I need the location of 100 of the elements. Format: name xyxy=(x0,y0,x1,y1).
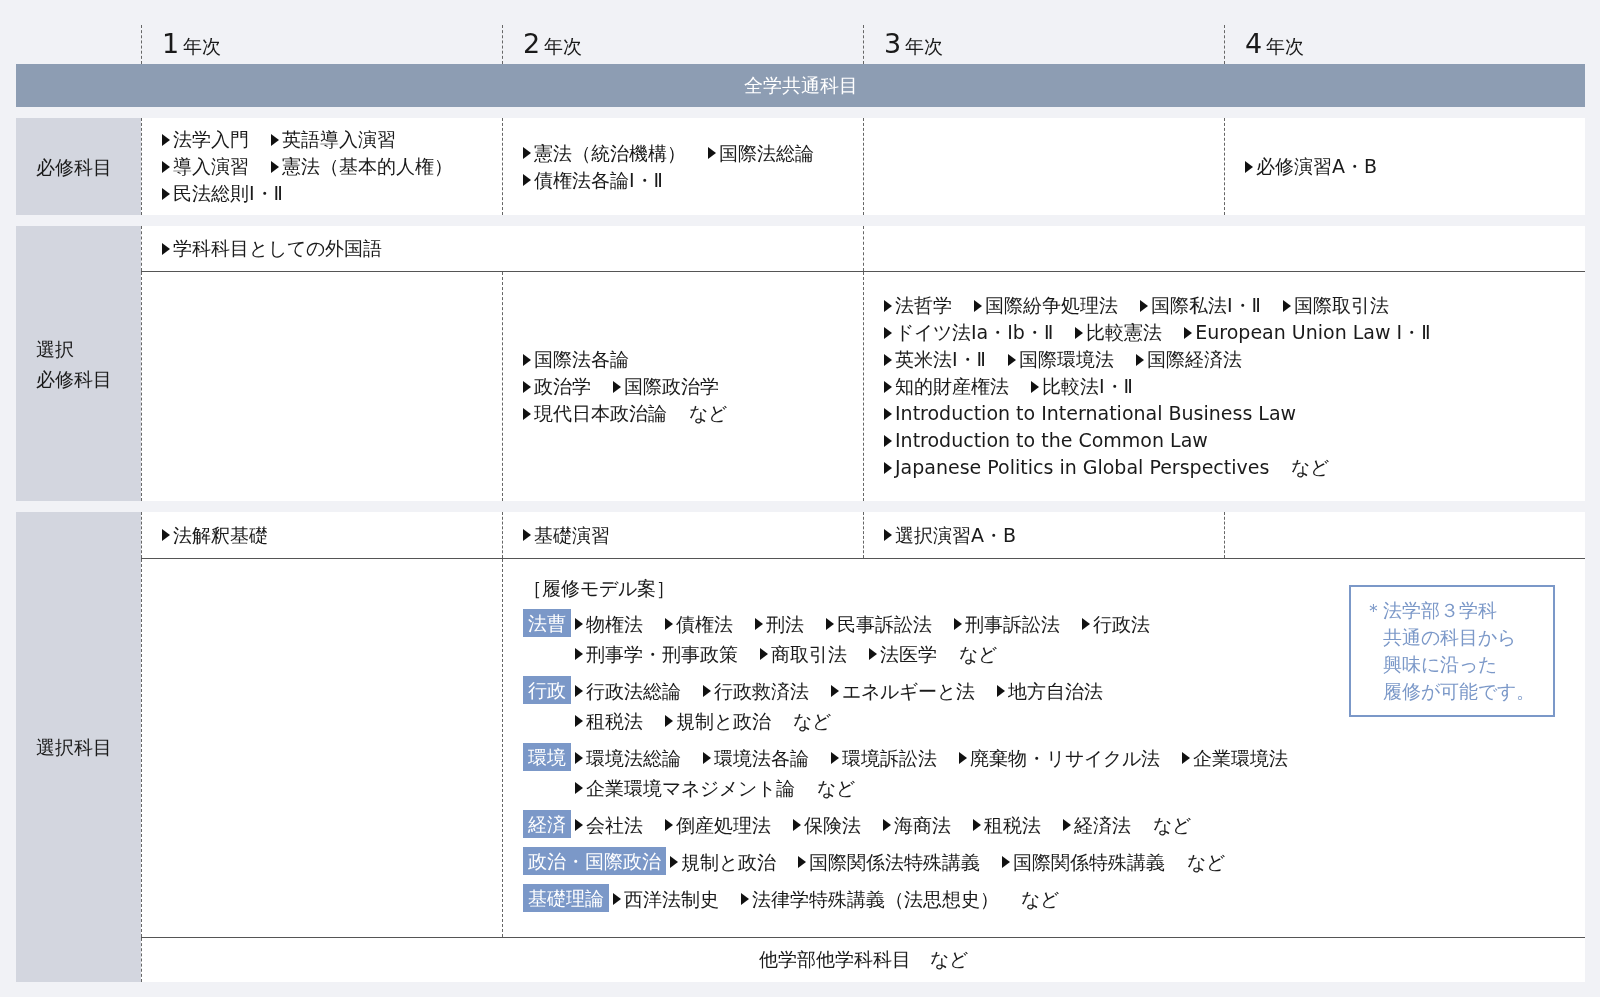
course-name: 租税法 xyxy=(984,813,1041,838)
course-name: 国際法総論 xyxy=(719,140,814,166)
course-name: 商取引法 xyxy=(771,642,847,667)
triangle-bullet-icon xyxy=(884,434,892,447)
course-name: 物権法 xyxy=(586,612,643,637)
course-name: 選択演習A・B xyxy=(895,522,1017,548)
course-name: 法学入門 xyxy=(173,127,249,152)
triangle-bullet-icon xyxy=(575,752,583,764)
triangle-bullet-icon xyxy=(162,529,170,541)
triangle-bullet-icon xyxy=(1245,160,1253,173)
course-name: 基礎演習 xyxy=(534,522,610,548)
etc-text: など xyxy=(959,642,997,667)
course-name: 国際関係特殊講義 xyxy=(1013,850,1165,875)
triangle-bullet-icon xyxy=(613,893,621,905)
course-name: 法医学 xyxy=(880,642,937,667)
course-name: 行政救済法 xyxy=(714,679,809,704)
triangle-bullet-icon xyxy=(884,529,892,541)
course-name: 企業環境マネジメント論 xyxy=(586,776,795,801)
course-name: 会社法 xyxy=(586,813,643,838)
triangle-bullet-icon xyxy=(1075,326,1084,339)
etc-text: など xyxy=(1021,887,1059,912)
course-name: 規制と政治 xyxy=(676,709,771,734)
triangle-bullet-icon xyxy=(954,618,962,630)
course-name: 国際紛争処理法 xyxy=(985,293,1118,318)
field-tag: 行政 xyxy=(523,676,571,704)
field-tag: 環境 xyxy=(523,743,571,771)
etc-text: など xyxy=(793,709,831,734)
triangle-bullet-icon xyxy=(670,856,678,868)
course-name: 債権法 xyxy=(676,612,733,637)
triangle-bullet-icon xyxy=(523,380,531,393)
triangle-bullet-icon xyxy=(760,648,768,660)
triangle-bullet-icon xyxy=(665,715,673,727)
triangle-bullet-icon xyxy=(703,685,711,697)
course-name: 倒産処理法 xyxy=(676,813,771,838)
triangle-bullet-icon xyxy=(575,618,583,630)
triangle-bullet-icon xyxy=(1140,299,1148,312)
etc-text: など xyxy=(1153,813,1191,838)
note-line: 履修が可能です。 xyxy=(1383,679,1535,704)
course-name: European Union Law Ⅰ・Ⅱ xyxy=(1195,320,1431,345)
course-name: 民法総則Ⅰ・Ⅱ xyxy=(173,181,283,206)
triangle-bullet-icon xyxy=(708,147,716,159)
category-label: 選択科目 xyxy=(36,735,112,760)
course-name: 法律学特殊講義（法思想史） xyxy=(752,887,999,912)
course-name: 法解釈基礎 xyxy=(173,522,268,548)
field-tag: 法曹 xyxy=(523,609,571,637)
course-name: 英語導入演習 xyxy=(282,127,396,152)
etc-text: など xyxy=(1291,455,1330,480)
course-name: 国際関係法特殊講義 xyxy=(809,850,980,875)
course-name: 刑事学・刑事政策 xyxy=(586,642,738,667)
triangle-bullet-icon xyxy=(997,685,1005,697)
course-name: エネルギーと法 xyxy=(842,679,975,704)
course-name: 保険法 xyxy=(804,813,861,838)
triangle-bullet-icon xyxy=(884,380,892,393)
course-name: 英米法Ⅰ・Ⅱ xyxy=(895,347,986,372)
etc-text: など xyxy=(1187,850,1225,875)
triangle-bullet-icon xyxy=(575,685,583,697)
course-name: 国際私法Ⅰ・Ⅱ xyxy=(1151,293,1261,318)
course-name: 政治学 xyxy=(534,374,591,399)
course-name: 比較法Ⅰ・Ⅱ xyxy=(1042,374,1133,399)
triangle-bullet-icon xyxy=(1007,353,1016,366)
triangle-bullet-icon xyxy=(826,618,834,630)
course-name: 廃棄物・リサイクル法 xyxy=(970,746,1160,771)
course-name: 国際取引法 xyxy=(1293,293,1389,318)
course-name: 必修演習A・B xyxy=(1256,154,1378,179)
triangle-bullet-icon xyxy=(755,618,763,630)
triangle-bullet-icon xyxy=(884,353,892,366)
course-name: 知的財産権法 xyxy=(895,374,1009,399)
etc-text: など xyxy=(689,401,727,426)
triangle-bullet-icon xyxy=(884,299,892,312)
course-name: 行政法総論 xyxy=(586,679,681,704)
field-tag: 基礎理論 xyxy=(523,884,609,912)
category-label: 必修科目 xyxy=(36,366,112,392)
course-name: 憲法（基本的人権） xyxy=(282,154,453,179)
triangle-bullet-icon xyxy=(162,187,170,200)
course-name: 企業環境法 xyxy=(1193,746,1288,771)
course-name: 国際経済法 xyxy=(1146,347,1242,372)
triangle-bullet-icon xyxy=(884,407,892,420)
course-name: 租税法 xyxy=(586,709,643,734)
course-name: Introduction to the Common Law xyxy=(895,428,1208,453)
course-name: 学科科目としての外国語 xyxy=(173,236,382,261)
course-name: 行政法 xyxy=(1093,612,1150,637)
course-name: 導入演習 xyxy=(173,154,249,179)
course-name: 国際政治学 xyxy=(624,374,719,399)
course-name: 環境法各論 xyxy=(714,746,809,771)
triangle-bullet-icon xyxy=(523,353,531,366)
triangle-bullet-icon xyxy=(831,685,839,697)
triangle-bullet-icon xyxy=(665,819,673,831)
triangle-bullet-icon xyxy=(162,160,170,173)
course-name: Japanese Politics in Global Perspectives xyxy=(895,455,1270,480)
course-name: 債権法各論Ⅰ・Ⅱ xyxy=(534,167,663,193)
triangle-bullet-icon xyxy=(665,618,673,630)
course-name: 環境法総論 xyxy=(586,746,681,771)
triangle-bullet-icon xyxy=(575,648,583,660)
triangle-bullet-icon xyxy=(523,147,531,159)
course-name: 刑法 xyxy=(766,612,804,637)
triangle-bullet-icon xyxy=(523,174,531,186)
triangle-bullet-icon xyxy=(1282,299,1291,312)
course-name: 規制と政治 xyxy=(681,850,776,875)
note-line: 興味に沿った xyxy=(1383,652,1497,677)
triangle-bullet-icon xyxy=(703,752,711,764)
